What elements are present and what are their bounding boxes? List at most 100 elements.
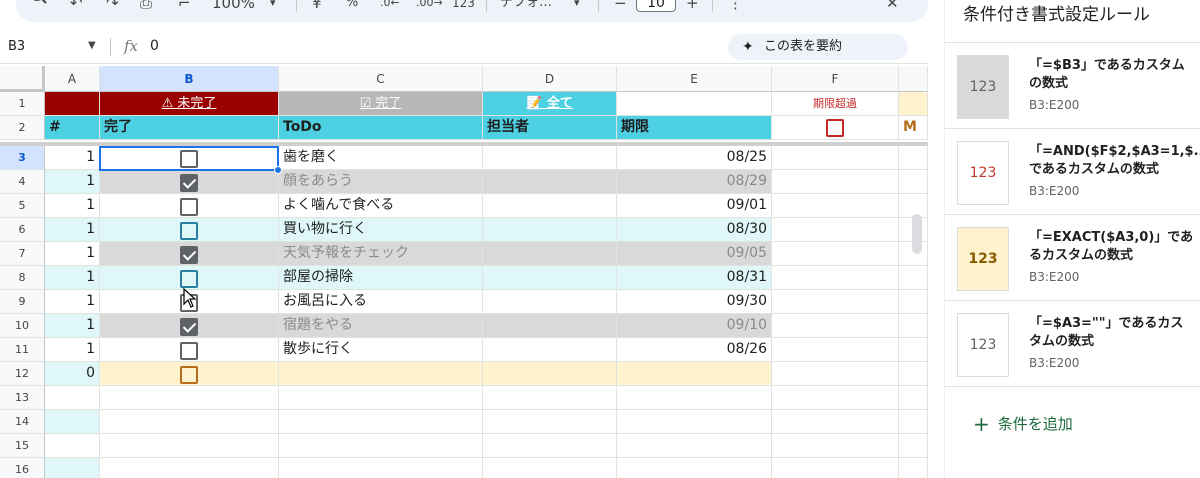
row-number[interactable]: 12 [0,362,45,386]
cell-empty[interactable] [100,434,279,458]
cell-assignee[interactable] [483,194,617,218]
cell-empty[interactable] [45,458,100,478]
cell-empty[interactable] [483,410,617,434]
todo-checkbox[interactable] [180,270,198,288]
cell-empty[interactable] [772,434,899,458]
cell-due[interactable]: 09/05 [617,242,772,266]
row-number[interactable]: 2 [0,116,45,140]
increase-decimal-button[interactable]: .00→ [416,0,443,12]
cell-todo[interactable] [279,362,483,386]
print-icon[interactable]: ⎙ [140,0,152,12]
currency-format-button[interactable]: ¥ [312,0,322,12]
cell-e1[interactable] [617,92,772,116]
cell-empty[interactable] [772,242,899,266]
cell-due[interactable]: 09/30 [617,290,772,314]
cell-index[interactable]: 1 [45,290,100,314]
summarize-table-button[interactable]: ✦ この表を要約 [728,34,908,60]
cell-empty[interactable] [100,458,279,478]
todo-checkbox[interactable] [180,174,198,192]
cell-due[interactable]: 08/26 [617,338,772,362]
cell-index[interactable]: 1 [45,146,100,170]
search-icon[interactable] [30,0,48,8]
cell-empty[interactable] [279,410,483,434]
redo-icon[interactable]: ↷ [106,0,119,12]
cell-empty[interactable] [899,410,928,434]
todo-checkbox[interactable] [180,222,198,240]
cell-index[interactable]: 1 [45,194,100,218]
add-rule-button[interactable]: + 条件を追加 [973,412,1073,436]
undo-icon[interactable]: ↶ [70,0,83,12]
chevron-down-icon[interactable]: ▾ [270,0,276,12]
column-header-g[interactable] [899,66,928,92]
cell-todo[interactable]: 顔をあらう [279,170,483,194]
decrease-decimal-button[interactable]: .0← [380,0,400,12]
cell-assignee[interactable] [483,170,617,194]
cell-index[interactable]: 1 [45,242,100,266]
cell-empty[interactable] [899,170,928,194]
cell-todo[interactable]: 部屋の掃除 [279,266,483,290]
row-number[interactable]: 6 [0,218,45,242]
font-size-increase-button[interactable]: + [686,0,699,12]
cell-empty[interactable] [45,434,100,458]
cell-todo[interactable]: 天気予報をチェック [279,242,483,266]
cell-empty[interactable] [483,458,617,478]
percent-format-button[interactable]: % [346,0,358,12]
column-header-f[interactable]: F [772,66,899,92]
cell-assignee[interactable] [483,218,617,242]
cell-todo[interactable]: 宿題をやる [279,314,483,338]
cell-empty[interactable] [772,386,899,410]
formula-input[interactable]: 0 [150,38,159,54]
cell-assignee[interactable] [483,146,617,170]
row-number[interactable]: 16 [0,458,45,478]
cell-empty[interactable] [483,434,617,458]
cell-due[interactable]: 08/29 [617,170,772,194]
cell-empty[interactable] [772,170,899,194]
cell-empty[interactable] [617,386,772,410]
font-family-select[interactable]: デフォ… [500,0,552,12]
font-size-decrease-button[interactable]: − [614,0,627,12]
row-number[interactable]: 3 [0,146,45,170]
overdue-checkbox[interactable] [826,119,844,137]
column-header-e[interactable]: E [617,66,772,92]
vertical-scrollbar[interactable] [912,214,922,254]
cell-empty[interactable] [45,386,100,410]
cell-empty[interactable] [617,458,772,478]
cell-due[interactable]: 08/31 [617,266,772,290]
chevron-down-icon[interactable]: ▾ [574,0,580,12]
row-number[interactable]: 7 [0,242,45,266]
cell-a1[interactable] [45,92,100,116]
cell-empty[interactable] [899,146,928,170]
zoom-select[interactable]: 100% [212,0,255,12]
all-filter-link[interactable]: 📝 全て [483,92,617,116]
todo-checkbox[interactable] [180,342,198,360]
cell-assignee[interactable] [483,362,617,386]
cell-empty[interactable] [772,194,899,218]
cell-empty[interactable] [772,362,899,386]
cell-index[interactable]: 1 [45,266,100,290]
row-number[interactable]: 4 [0,170,45,194]
row-number[interactable]: 10 [0,314,45,338]
cell-empty[interactable] [899,458,928,478]
cell-empty[interactable] [899,338,928,362]
column-header-a[interactable]: A [45,66,100,92]
cell-index[interactable]: 1 [45,170,100,194]
select-all-corner[interactable] [0,66,45,92]
row-number[interactable]: 5 [0,194,45,218]
column-header-b[interactable]: B [100,66,279,92]
number-format-button[interactable]: 123 [452,0,475,12]
more-options-icon[interactable]: ⋮ [728,0,743,12]
cell-assignee[interactable] [483,266,617,290]
cell-empty[interactable] [45,410,100,434]
cell-todo[interactable]: 買い物に行く [279,218,483,242]
cell-empty[interactable] [772,338,899,362]
cell-due[interactable]: 08/25 [617,146,772,170]
cell-empty[interactable] [899,434,928,458]
todo-checkbox[interactable] [180,318,198,336]
todo-checkbox[interactable] [180,198,198,216]
row-number[interactable]: 9 [0,290,45,314]
cell-todo[interactable]: 散歩に行く [279,338,483,362]
font-size-input[interactable]: 10 [636,0,676,12]
cell-assignee[interactable] [483,290,617,314]
cell-assignee[interactable] [483,242,617,266]
cell-assignee[interactable] [483,314,617,338]
